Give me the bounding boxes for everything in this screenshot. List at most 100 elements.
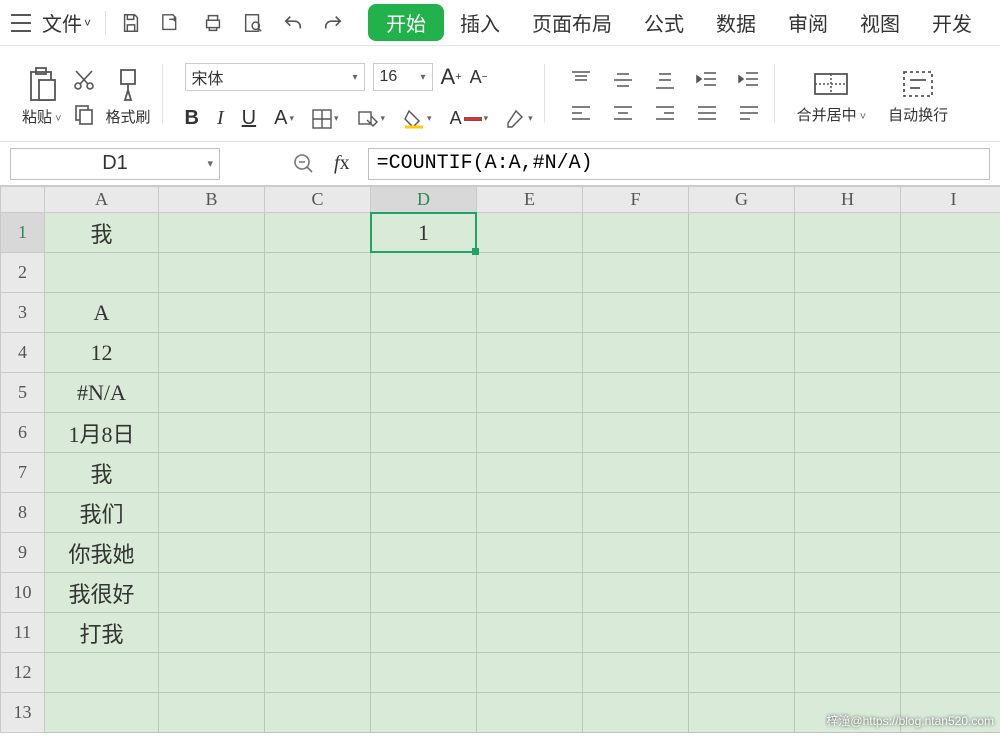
borders-icon[interactable]: ▾ xyxy=(312,109,339,129)
cell[interactable] xyxy=(371,373,477,413)
decrease-font-icon[interactable]: A− xyxy=(470,67,488,88)
cell[interactable]: #N/A xyxy=(45,373,159,413)
cell[interactable] xyxy=(265,373,371,413)
cell[interactable] xyxy=(795,493,901,533)
row-header[interactable]: 10 xyxy=(1,573,45,613)
cell[interactable] xyxy=(477,493,583,533)
cell[interactable] xyxy=(583,453,689,493)
spreadsheet[interactable]: ABCDEFGHI 1我123A4125#N/A61月8日7我8我们9你我她10… xyxy=(0,186,1000,733)
row-header[interactable]: 9 xyxy=(1,533,45,573)
column-header[interactable]: E xyxy=(477,187,583,213)
name-box[interactable]: D1 ▾ xyxy=(10,148,220,180)
cell[interactable]: 我 xyxy=(45,453,159,493)
cell[interactable] xyxy=(795,413,901,453)
paste-button[interactable]: 粘贴 xyxy=(22,66,62,127)
cell[interactable] xyxy=(583,413,689,453)
cell[interactable] xyxy=(159,213,265,253)
cell[interactable] xyxy=(689,493,795,533)
cell[interactable]: 我很好 xyxy=(45,573,159,613)
redo-icon[interactable] xyxy=(322,13,344,33)
print-icon[interactable] xyxy=(202,12,224,34)
cell[interactable] xyxy=(795,253,901,293)
cell[interactable] xyxy=(265,533,371,573)
fx-icon[interactable]: fx xyxy=(334,152,350,175)
cell[interactable]: 我们 xyxy=(45,493,159,533)
font-name-select[interactable]: 宋体 ▾ xyxy=(185,63,365,91)
align-right-icon[interactable] xyxy=(655,105,675,123)
cell[interactable] xyxy=(371,653,477,693)
cell[interactable] xyxy=(159,573,265,613)
cell[interactable] xyxy=(689,533,795,573)
decrease-indent-icon[interactable] xyxy=(696,71,718,89)
cell[interactable] xyxy=(901,253,1000,293)
cell[interactable] xyxy=(477,573,583,613)
merge-center-button[interactable]: 合并居中 xyxy=(797,68,867,125)
clear-format-icon[interactable]: ▾ xyxy=(506,109,533,129)
cell[interactable]: 你我她 xyxy=(45,533,159,573)
cell[interactable] xyxy=(45,693,159,733)
increase-font-icon[interactable]: A+ xyxy=(441,64,462,90)
bold-icon[interactable]: B xyxy=(185,107,199,130)
font-size-select[interactable]: 16 ▾ xyxy=(373,63,433,91)
row-header[interactable]: 2 xyxy=(1,253,45,293)
cell[interactable] xyxy=(901,493,1000,533)
cell[interactable] xyxy=(265,693,371,733)
justify-icon[interactable] xyxy=(697,105,717,123)
cell[interactable] xyxy=(265,293,371,333)
row-header[interactable]: 3 xyxy=(1,293,45,333)
cell[interactable] xyxy=(477,693,583,733)
column-header[interactable]: A xyxy=(45,187,159,213)
cell[interactable] xyxy=(159,693,265,733)
cell[interactable]: 12 xyxy=(45,333,159,373)
cell[interactable] xyxy=(265,213,371,253)
tab-view[interactable]: 视图 xyxy=(844,2,916,43)
cell[interactable] xyxy=(689,613,795,653)
row-header[interactable]: 8 xyxy=(1,493,45,533)
font-color-icon[interactable]: A▾ xyxy=(450,108,489,129)
cell[interactable] xyxy=(159,253,265,293)
row-header[interactable]: 7 xyxy=(1,453,45,493)
cell[interactable] xyxy=(159,613,265,653)
cell[interactable] xyxy=(901,573,1000,613)
cut-icon[interactable] xyxy=(72,68,96,92)
cell[interactable] xyxy=(795,213,901,253)
cell[interactable] xyxy=(477,613,583,653)
cell[interactable] xyxy=(689,573,795,613)
orientation-icon[interactable] xyxy=(739,105,759,123)
cell[interactable] xyxy=(159,493,265,533)
file-menu[interactable]: 文件 ˅ xyxy=(42,8,91,37)
cell[interactable] xyxy=(477,293,583,333)
cell[interactable] xyxy=(477,253,583,293)
column-header[interactable]: C xyxy=(265,187,371,213)
cell[interactable] xyxy=(689,293,795,333)
cell[interactable] xyxy=(901,373,1000,413)
fill-color-icon[interactable]: ▾ xyxy=(403,109,432,129)
cell[interactable] xyxy=(265,573,371,613)
column-header[interactable]: H xyxy=(795,187,901,213)
cell[interactable] xyxy=(689,333,795,373)
cell[interactable] xyxy=(159,413,265,453)
cell[interactable] xyxy=(689,413,795,453)
cell[interactable] xyxy=(265,653,371,693)
cell[interactable] xyxy=(583,653,689,693)
cell[interactable] xyxy=(583,493,689,533)
cell[interactable] xyxy=(371,573,477,613)
cell[interactable] xyxy=(371,533,477,573)
cell[interactable] xyxy=(901,613,1000,653)
cell[interactable] xyxy=(583,613,689,653)
wrap-text-button[interactable]: 自动换行 xyxy=(888,68,948,125)
cell[interactable] xyxy=(477,213,583,253)
cell[interactable]: 我 xyxy=(45,213,159,253)
cell[interactable] xyxy=(689,253,795,293)
underline-icon[interactable]: U xyxy=(242,107,256,130)
tab-insert[interactable]: 插入 xyxy=(444,2,516,43)
row-header[interactable]: 13 xyxy=(1,693,45,733)
cell[interactable] xyxy=(159,293,265,333)
cancel-icon[interactable] xyxy=(292,152,316,176)
cell[interactable] xyxy=(159,653,265,693)
cell[interactable] xyxy=(371,413,477,453)
cell[interactable] xyxy=(45,653,159,693)
cell[interactable] xyxy=(583,333,689,373)
column-header[interactable]: I xyxy=(901,187,1000,213)
tab-data[interactable]: 数据 xyxy=(700,2,772,43)
